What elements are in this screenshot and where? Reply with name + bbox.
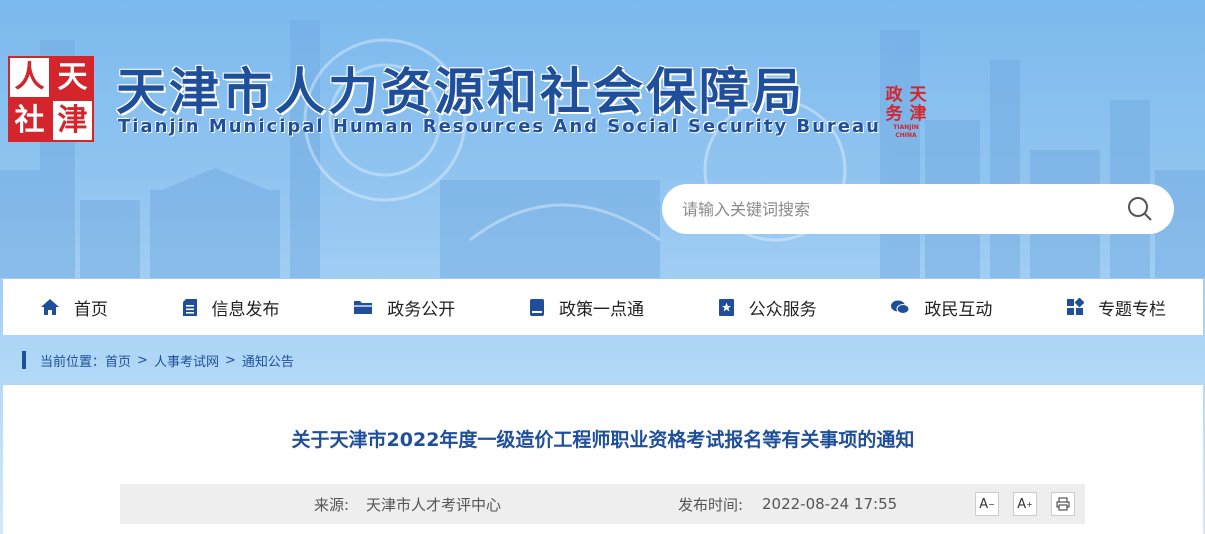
stamp-char: 津 [909,104,927,124]
chat-icon [891,300,910,314]
stamp-char: 务 [885,104,903,124]
font-decrease-label: A [979,496,989,512]
book-icon [529,298,544,316]
print-button[interactable] [1051,492,1075,516]
nav-item-home[interactable]: 首页 [30,295,118,320]
publish-time-value: 2022-08-24 17:55 [762,495,898,513]
document-icon [182,298,197,316]
breadcrumb-home-link[interactable]: 首页 [105,351,131,370]
main-nav: 首页 信息发布 政务公开 政策一点通 公众服务 政民互动 专题专栏 [3,279,1203,335]
nav-label: 公众服务 [748,299,817,320]
logo-char: 人 [8,56,51,99]
font-decrease-button[interactable]: A − [975,492,999,516]
search-icon[interactable] [1126,195,1154,223]
nav-item-info-release[interactable]: 信息发布 [172,295,290,320]
print-icon [1056,497,1070,511]
publish-time-label: 发布时间: [678,495,744,514]
nav-label: 政务公开 [387,299,456,320]
site-header: 人 天 社 津 天津市人力资源和社会保障局 Tianjin Municipal … [0,0,1205,278]
font-increase-label: A [1017,496,1027,512]
folder-icon [354,301,373,314]
minus-icon: − [988,499,995,509]
font-increase-button[interactable]: A + [1013,492,1037,516]
nav-label: 政策一点通 [558,299,644,320]
breadcrumb-separator: > [224,352,236,368]
source-label: 来源: [314,495,350,514]
stamp-caption: TIANJIN CHINA [893,124,919,139]
nav-item-special-topics[interactable]: 专题专栏 [1056,295,1176,320]
nav-label: 专题专栏 [1098,299,1167,320]
plus-icon: + [1026,499,1033,509]
nav-label: 首页 [73,299,108,320]
home-icon [40,299,59,315]
source-value: 天津市人才考评中心 [366,495,502,514]
search-box[interactable] [662,184,1174,234]
nav-item-policy[interactable]: 政策一点通 [519,295,654,320]
breadcrumb-separator: > [137,352,148,368]
article-title: 关于天津市2022年度一级造价工程师职业资格考试报名等有关事项的通知 [291,429,915,451]
city-skyline-background [0,20,1205,278]
logo-char: 社 [8,99,51,142]
nav-label: 政民互动 [924,299,993,320]
nav-label: 信息发布 [211,299,280,320]
article-panel: 关于天津市2022年度一级造价工程师职业资格考试报名等有关事项的通知 来源: 天… [3,385,1203,534]
search-input[interactable] [682,199,1126,219]
breadcrumb-marker [22,351,26,369]
breadcrumb-label: 当前位置： [40,354,106,370]
article-meta-bar: 来源: 天津市人才考评中心 发布时间: 2022-08-24 17:55 A − … [120,484,1085,524]
logo-char: 天 [51,56,94,99]
logo-char: 津 [51,99,94,142]
grid-icon [1067,298,1085,315]
breadcrumb: 当前位置： 首页 > 人事考试网 > 通知公告 [22,350,294,370]
stamp-char: 天 [909,85,927,105]
breadcrumb-notice-link[interactable]: 通知公告 [242,351,294,370]
tianjin-stamp-logo: 政 天 务 津 TIANJIN CHINA [882,85,930,140]
bureau-logo[interactable]: 人 天 社 津 [8,56,94,142]
nav-item-public-service[interactable]: 公众服务 [708,295,827,320]
star-badge-icon [718,298,734,316]
nav-item-interaction[interactable]: 政民互动 [880,295,1002,320]
nav-item-government-affairs[interactable]: 政务公开 [343,295,465,320]
site-title: 天津市人力资源和社会保障局 [116,63,805,121]
site-subtitle: Tianjin Municipal Human Resources And So… [118,116,881,137]
breadcrumb-exam-link[interactable]: 人事考试网 [154,351,219,370]
stamp-char: 政 [885,85,903,105]
